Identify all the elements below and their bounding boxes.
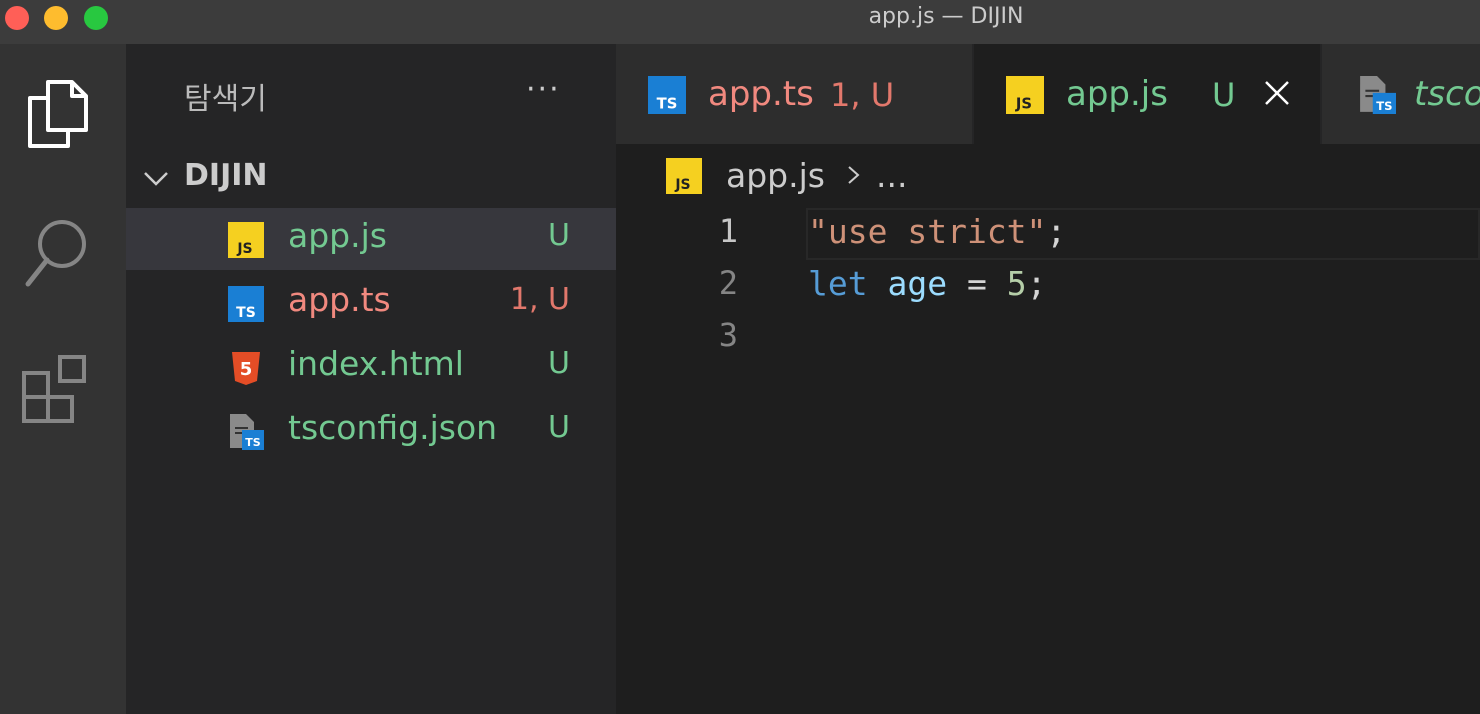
sidebar-title: 탐색기: [184, 82, 267, 117]
activity-bar: [0, 44, 126, 714]
file-name: index.html: [288, 344, 464, 383]
breadcrumb-symbols[interactable]: ...: [876, 156, 907, 195]
js-file-icon: JS: [666, 158, 702, 194]
svg-text:JS: JS: [674, 177, 690, 193]
extensions-icon[interactable]: [18, 349, 98, 429]
svg-text:JS: JS: [236, 241, 252, 257]
variable-token: age: [887, 264, 948, 303]
file-item-app-ts[interactable]: TS app.ts 1, U: [126, 272, 616, 334]
svg-text:TS: TS: [657, 96, 678, 113]
js-file-icon: JS: [228, 222, 264, 258]
tsconfig-file-icon: TS: [1360, 76, 1396, 114]
folder-header[interactable]: DIJIN: [126, 156, 616, 198]
html-file-icon: 5: [232, 352, 260, 385]
tab-app-ts[interactable]: TS app.ts 1, U: [616, 44, 972, 144]
line-number: 2: [718, 264, 738, 302]
svg-text:5: 5: [240, 359, 253, 380]
title-bar: app.js — DIJIN: [0, 0, 1480, 44]
file-name: tsconfig.json: [288, 408, 498, 447]
svg-text:TS: TS: [245, 436, 261, 449]
svg-text:TS: TS: [1376, 99, 1392, 113]
git-status-badge: U: [548, 346, 570, 381]
string-token: "use strict": [808, 212, 1047, 251]
folder-name: DIJIN: [184, 158, 268, 193]
tab-label: tsconfig.json: [1414, 74, 1480, 114]
js-file-icon: JS: [1006, 76, 1044, 114]
explorer-sidebar: 탐색기 ··· DIJIN JS app.js U TS app.ts 1, U…: [126, 44, 616, 714]
tab-app-js[interactable]: JS app.js U: [974, 44, 1320, 144]
ts-file-icon: TS: [648, 76, 686, 114]
git-status-badge: U: [548, 218, 570, 253]
tab-tsconfig-json[interactable]: TS tsconfig.json: [1322, 44, 1480, 144]
file-name: app.js: [288, 216, 387, 255]
editor-tab-bar: TS app.ts 1, U JS app.js U TS tsconfig.j…: [616, 44, 1480, 144]
tab-label: app.js: [1066, 74, 1168, 114]
punctuation-token: ;: [1046, 212, 1067, 251]
file-item-tsconfig-json[interactable]: TS tsconfig.json U: [126, 400, 616, 462]
line-number: 3: [718, 316, 738, 354]
svg-text:JS: JS: [1015, 96, 1032, 113]
explorer-icon[interactable]: [18, 74, 98, 154]
file-item-app-js[interactable]: JS app.js U: [126, 208, 616, 270]
close-icon[interactable]: [1264, 80, 1290, 106]
ts-file-icon: TS: [228, 286, 264, 322]
breadcrumb-file[interactable]: app.js: [726, 156, 825, 195]
code-line: "use strict";: [808, 212, 1066, 251]
number-token: 5: [1006, 264, 1027, 303]
chevron-down-icon: [144, 172, 168, 186]
operator-token: =: [947, 264, 1007, 303]
git-status-badge: U: [548, 410, 570, 445]
keyword-token: let: [808, 264, 868, 303]
code-editor[interactable]: 1 2 3 "use strict"; let age = 5;: [616, 200, 1480, 714]
svg-text:TS: TS: [236, 305, 256, 321]
line-number: 1: [718, 212, 738, 250]
more-actions-button[interactable]: ···: [526, 72, 561, 107]
tsconfig-file-icon: TS: [230, 414, 264, 450]
punctuation-token: ;: [1026, 264, 1047, 303]
code-line: let age = 5;: [808, 264, 1046, 303]
tab-status: 1, U: [830, 76, 895, 114]
chevron-right-icon: [848, 166, 860, 184]
file-item-index-html[interactable]: 5 index.html U: [126, 336, 616, 398]
tab-status: U: [1212, 76, 1236, 114]
window-title: app.js — DIJIN: [868, 4, 1024, 29]
tab-label: app.ts: [708, 74, 814, 114]
search-icon[interactable]: [18, 214, 98, 294]
file-name: app.ts: [288, 280, 391, 319]
git-status-badge: 1, U: [509, 282, 570, 317]
